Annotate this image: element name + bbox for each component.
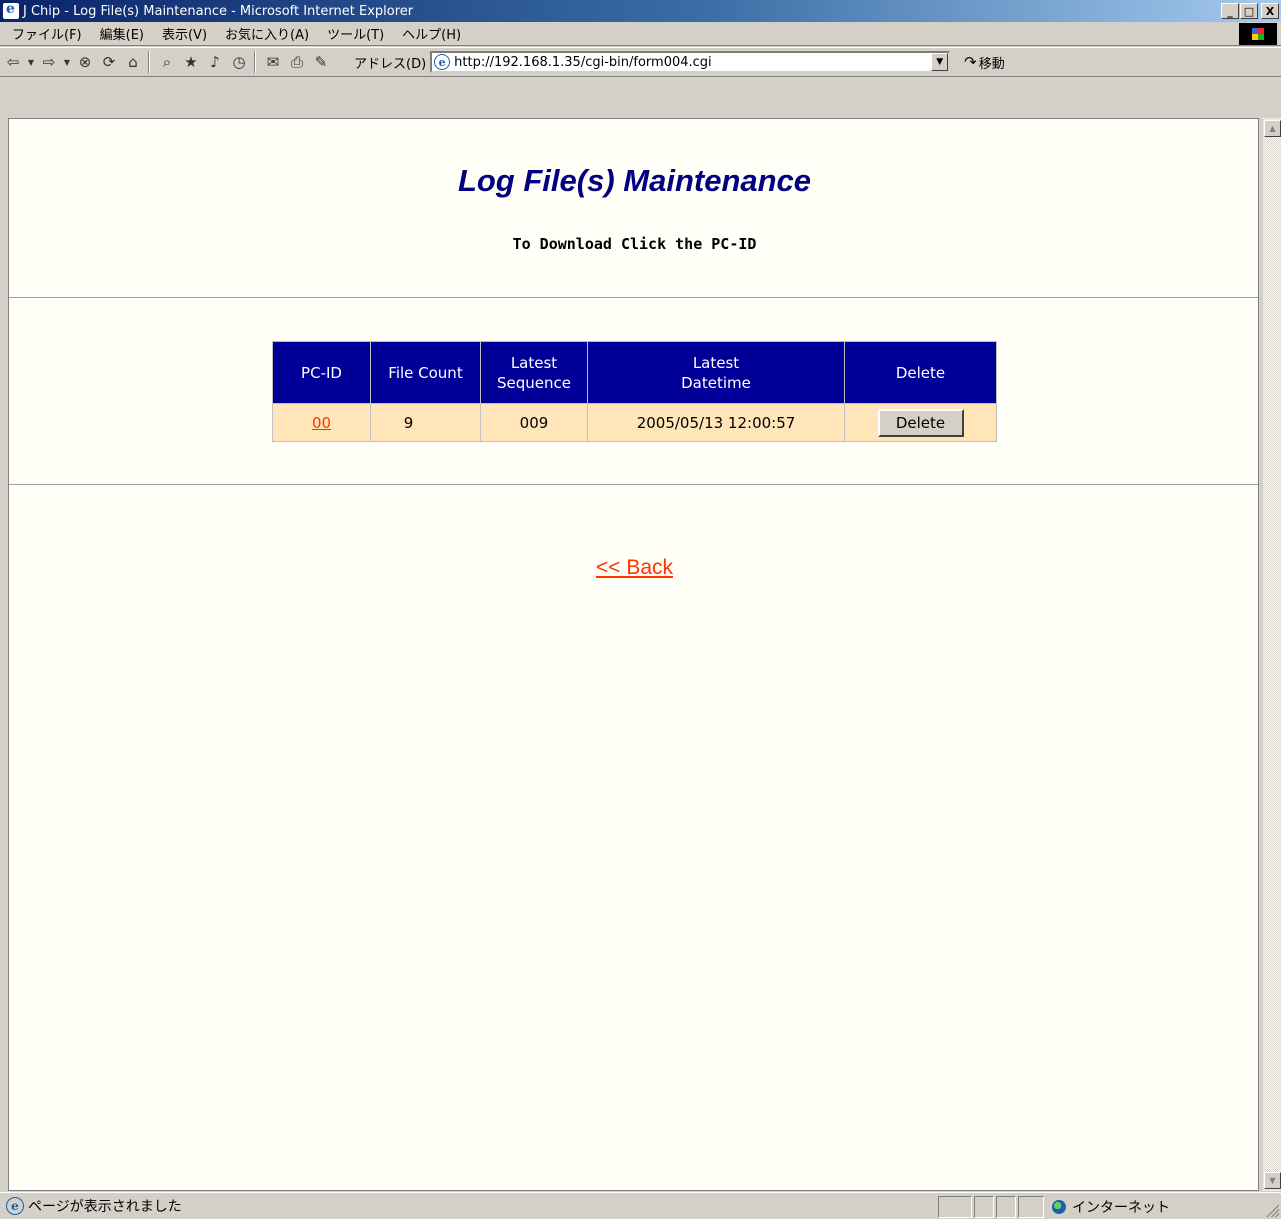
menu-bar: ファイル(F) 編集(E) 表示(V) お気に入り(A) ツール(T) ヘルプ(… — [0, 22, 1281, 46]
vertical-scrollbar[interactable]: ▲ ▼ — [1262, 118, 1281, 1191]
menu-tools[interactable]: ツール(T) — [318, 24, 393, 43]
back-dropdown-icon[interactable]: ▼ — [26, 51, 36, 73]
address-input[interactable] — [454, 54, 925, 70]
address-bar[interactable]: e ▼ — [430, 51, 951, 73]
delete-button[interactable]: Delete — [877, 408, 964, 437]
cell-file-count: 9 — [370, 403, 481, 442]
pcid-download-link[interactable]: 00 — [312, 414, 331, 432]
security-zone: インターネット — [1048, 1196, 1170, 1218]
edit-icon[interactable]: ✎ — [310, 51, 332, 73]
page-icon: e — [434, 54, 451, 70]
address-dropdown-icon[interactable]: ▼ — [931, 53, 949, 71]
favorites-icon[interactable]: ★ — [180, 51, 202, 73]
header-latest-datetime-line1: Latest — [692, 353, 740, 372]
status-text: ページが表示されました — [28, 1199, 182, 1215]
menu-help[interactable]: ヘルプ(H) — [393, 24, 470, 43]
page-title: Log File(s) Maintenance — [457, 163, 812, 198]
mail-icon[interactable]: ✉ — [262, 51, 284, 73]
maximize-button[interactable]: □ — [1240, 3, 1258, 19]
divider — [9, 297, 1258, 299]
divider — [9, 484, 1258, 486]
ie-icon — [3, 1, 19, 19]
go-arrow-icon: ↷ — [964, 53, 977, 71]
status-bar: e ページが表示されました インターネット — [0, 1192, 1281, 1219]
menu-edit[interactable]: 編集(E) — [91, 24, 153, 43]
cell-latest-datetime: 2005/05/13 12:00:57 — [587, 403, 845, 442]
status-panel — [1018, 1196, 1044, 1218]
search-icon[interactable]: ⌕ — [156, 51, 178, 73]
log-files-table: PC-ID File Count Latest Sequence Latest … — [272, 341, 997, 442]
table-header-row: PC-ID File Count Latest Sequence Latest … — [272, 341, 997, 404]
toolbar-separator — [148, 51, 150, 73]
minimize-button[interactable]: _ — [1221, 3, 1239, 19]
windows-logo-icon — [1239, 23, 1277, 45]
page-content: Log File(s) Maintenance To Download Clic… — [8, 118, 1259, 1191]
page-subtitle: To Download Click the PC-ID — [512, 235, 757, 253]
menu-file[interactable]: ファイル(F) — [0, 24, 91, 43]
window-controls: _ □ X — [1220, 3, 1279, 19]
stop-icon[interactable]: ⊗ — [74, 51, 96, 73]
back-link-container: << Back — [9, 556, 1258, 580]
home-icon[interactable]: ⌂ — [122, 51, 144, 73]
menu-favorites[interactable]: お気に入り(A) — [216, 24, 318, 43]
header-latest-sequence-line2: Sequence — [497, 373, 571, 392]
zone-label: インターネット — [1072, 1200, 1170, 1216]
cell-latest-sequence: 009 — [480, 403, 588, 442]
go-button[interactable]: ↷ 移動 — [964, 53, 1005, 72]
header-latest-sequence-line1: Latest — [510, 353, 558, 372]
toolbar-separator — [254, 51, 256, 73]
go-label: 移動 — [978, 56, 1005, 72]
status-panel — [996, 1196, 1016, 1218]
forward-dropdown-icon[interactable]: ▼ — [62, 51, 72, 73]
browser-window: J Chip - Log File(s) Maintenance - Micro… — [0, 0, 1281, 1219]
back-link[interactable]: << Back — [596, 556, 673, 579]
status-panel — [938, 1196, 972, 1218]
forward-icon[interactable]: ⇨ — [38, 51, 60, 73]
page-status-icon: e — [6, 1197, 24, 1215]
media-icon[interactable]: ♪ — [204, 51, 226, 73]
menu-view[interactable]: 表示(V) — [153, 24, 216, 43]
print-icon[interactable]: ⎙ — [286, 51, 308, 73]
cell-pcid: 00 — [272, 403, 371, 442]
cell-delete: Delete — [844, 403, 997, 442]
back-icon[interactable]: ⇦ — [2, 51, 24, 73]
history-icon[interactable]: ◷ — [228, 51, 250, 73]
header-latest-sequence: Latest Sequence — [480, 341, 588, 404]
address-label: アドレス(D) — [354, 56, 427, 72]
header-delete: Delete — [844, 341, 997, 404]
resize-grip-icon[interactable] — [1265, 1203, 1279, 1217]
scroll-down-icon[interactable]: ▼ — [1264, 1172, 1281, 1189]
header-pcid: PC-ID — [272, 341, 371, 404]
window-title: J Chip - Log File(s) Maintenance - Micro… — [23, 3, 414, 19]
status-panel — [974, 1196, 994, 1218]
table-row: 00 9 009 2005/05/13 12:00:57 Delete — [272, 403, 997, 442]
title-bar: J Chip - Log File(s) Maintenance - Micro… — [0, 0, 1281, 22]
scroll-up-icon[interactable]: ▲ — [1264, 120, 1281, 137]
header-file-count: File Count — [370, 341, 481, 404]
header-latest-datetime-line2: Datetime — [681, 373, 751, 392]
header-latest-datetime: Latest Datetime — [587, 341, 845, 404]
refresh-icon[interactable]: ⟳ — [98, 51, 120, 73]
toolbar: ⇦ ▼ ⇨ ▼ ⊗ ⟳ ⌂ ⌕ ★ ♪ ◷ ✉ ⎙ ✎ アドレス(D) e ▼ … — [0, 47, 1281, 77]
globe-icon — [1052, 1200, 1066, 1214]
close-button[interactable]: X — [1261, 3, 1279, 19]
